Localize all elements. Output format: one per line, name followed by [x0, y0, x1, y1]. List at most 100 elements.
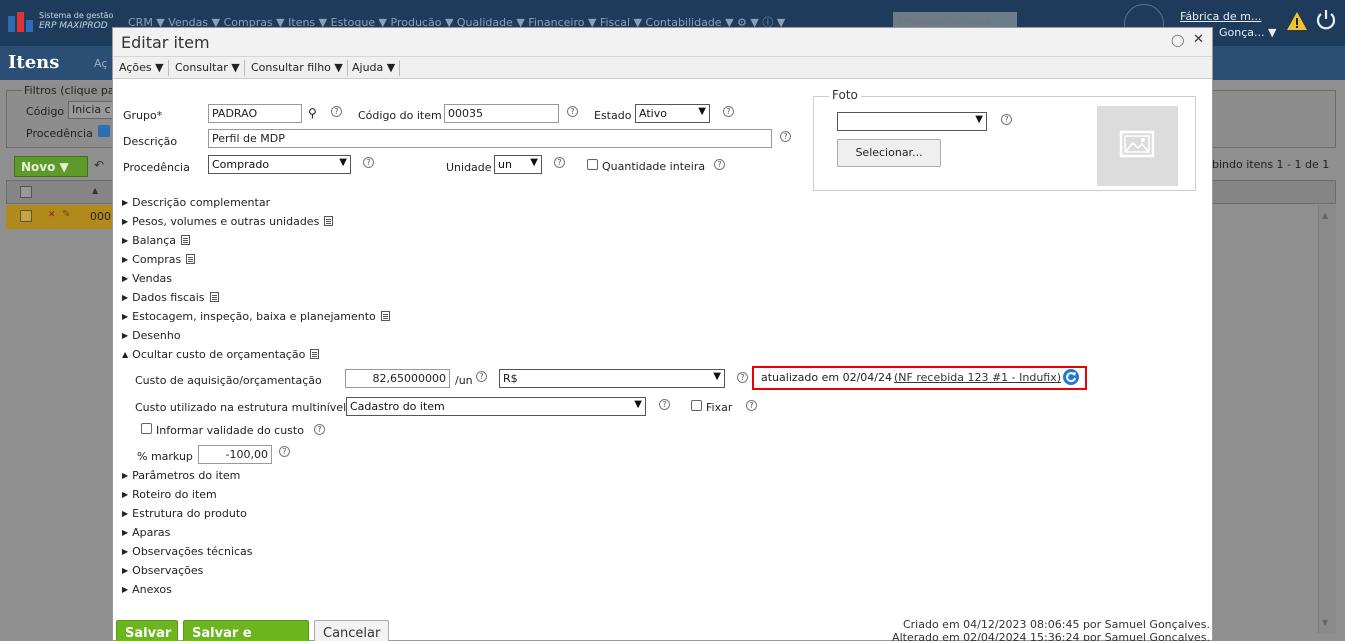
new-item-button[interactable]: Novo ▼: [14, 156, 88, 177]
brand-subtitle: Sistema de gestão: [39, 11, 114, 20]
section-toggle[interactable]: ▶ Parâmetros do item: [122, 469, 240, 482]
page-actions-menu[interactable]: Aç: [94, 57, 107, 70]
section-toggle[interactable]: ▶ Dados fiscais: [122, 291, 219, 304]
section-toggle[interactable]: ▶ Aparas: [122, 526, 170, 539]
help-icon[interactable]: ?: [723, 106, 734, 117]
photo-select[interactable]: ▼: [837, 112, 987, 131]
company-link[interactable]: Fábrica de m...: [1180, 10, 1261, 23]
section-toggle[interactable]: ▶ Observações: [122, 564, 203, 577]
edit-icon[interactable]: ✎: [62, 209, 70, 220]
markup-input[interactable]: -100,00: [198, 445, 272, 464]
select-photo-button[interactable]: Selecionar...: [837, 139, 941, 167]
scroll-up-icon[interactable]: ▲: [1322, 211, 1328, 220]
chat-icon[interactable]: ◯: [1171, 33, 1184, 47]
fix-checkbox[interactable]: [691, 400, 702, 411]
delete-icon[interactable]: ✕: [48, 210, 56, 220]
description-input[interactable]: Perfil de MDP: [208, 129, 772, 148]
section-toggle[interactable]: ▶ Observações técnicas: [122, 545, 253, 558]
section-toggle[interactable]: ▶ Compras: [122, 253, 196, 266]
section-toggle[interactable]: ▶ Descrição complementar: [122, 196, 270, 209]
document-icon: [324, 216, 334, 226]
group-input[interactable]: PADRAO: [208, 104, 302, 123]
items-count: bindo itens 1 - 1 de 1: [1212, 158, 1330, 171]
help-icon[interactable]: ?: [554, 157, 565, 168]
dialog-header: Editar item ◯ ✕: [113, 28, 1212, 57]
close-icon[interactable]: ✕: [1193, 32, 1204, 47]
sort-asc-icon[interactable]: ▲: [92, 186, 98, 195]
help-icon[interactable]: ?: [567, 106, 578, 117]
per-unit-label: /un: [455, 374, 473, 387]
filter-origin-checkbox[interactable]: [98, 125, 110, 137]
undo-icon[interactable]: ↶: [94, 158, 104, 172]
scroll-down-icon[interactable]: ▼: [1322, 618, 1328, 627]
grid-scrollbar[interactable]: [1318, 205, 1336, 633]
expand-arrow-icon: ▶: [122, 585, 129, 594]
cost-validity-label: Informar validade do custo: [156, 424, 304, 437]
section-toggle[interactable]: ▶ Estrutura do produto: [122, 507, 247, 520]
section-toggle[interactable]: ▶ Estocagem, inspeção, baixa e planejamen…: [122, 310, 390, 323]
section-label: Observações técnicas: [132, 545, 253, 558]
save-button[interactable]: Salvar: [116, 620, 178, 641]
currency-select[interactable]: R$ ▼: [499, 369, 725, 388]
help-icon[interactable]: ?: [1001, 114, 1012, 125]
brand-name: ERP MAXIPROD: [39, 21, 108, 31]
page-title: Itens: [8, 52, 60, 73]
menu-consult[interactable]: Consultar ▼: [171, 60, 245, 76]
refresh-icon[interactable]: [1063, 369, 1079, 385]
unit-label: Unidade: [446, 161, 492, 174]
expand-arrow-icon: ▶: [122, 471, 129, 480]
expand-arrow-icon: ▶: [122, 198, 129, 207]
help-icon[interactable]: ?: [279, 446, 290, 457]
cost-section-toggle[interactable]: ▲ Ocultar custo de orçamentação: [122, 348, 320, 361]
image-icon: [1119, 130, 1155, 158]
integer-quantity-checkbox[interactable]: [587, 159, 598, 170]
section-toggle[interactable]: ▶ Vendas: [122, 272, 172, 285]
user-menu[interactable]: Gonça... ▼: [1219, 26, 1276, 39]
section-toggle[interactable]: ▶ Desenho: [122, 329, 181, 342]
section-label: Aparas: [132, 526, 171, 539]
menu-consult-child[interactable]: Consultar filho ▼: [247, 60, 348, 76]
acquisition-cost-input[interactable]: 82,65000000: [345, 369, 450, 388]
cancel-button[interactable]: Cancelar: [314, 620, 389, 641]
origin-select[interactable]: Comprado ▼: [208, 155, 351, 174]
menu-actions[interactable]: Ações ▼: [115, 60, 169, 76]
description-label: Descrição: [123, 135, 178, 148]
unit-select[interactable]: un ▼: [494, 155, 542, 174]
origin-label: Procedência: [123, 161, 190, 174]
menu-help[interactable]: Ajuda ▼: [348, 60, 401, 76]
photo-placeholder[interactable]: [1097, 106, 1178, 186]
help-icon[interactable]: ?: [331, 106, 342, 117]
multilevel-cost-label: Custo utilizado na estrutura multinível: [135, 401, 347, 414]
row-checkbox[interactable]: [20, 210, 32, 222]
power-icon[interactable]: [1314, 8, 1338, 32]
search-icon[interactable]: ⚲: [308, 106, 317, 120]
help-icon[interactable]: ?: [737, 372, 748, 383]
section-toggle[interactable]: ▶ Roteiro do item: [122, 488, 217, 501]
item-code-input[interactable]: 00035: [444, 104, 559, 123]
document-icon: [209, 292, 219, 302]
section-toggle[interactable]: ▶ Pesos, volumes e outras unidades: [122, 215, 334, 228]
select-all-checkbox[interactable]: [20, 186, 32, 198]
state-label: Estado: [594, 109, 632, 122]
erp-logo[interactable]: [8, 12, 34, 32]
help-icon[interactable]: ?: [780, 131, 791, 142]
save-and-close-button[interactable]: Salvar e fechar: [183, 620, 309, 641]
help-icon[interactable]: ?: [363, 157, 374, 168]
state-select[interactable]: Ativo ▼: [635, 104, 710, 123]
multilevel-cost-select[interactable]: Cadastro do item ▼: [346, 397, 646, 416]
section-label: Balança: [132, 234, 177, 247]
help-icon[interactable]: ?: [476, 371, 487, 382]
markup-label: % markup: [137, 450, 193, 463]
help-icon[interactable]: ?: [659, 399, 670, 410]
section-toggle[interactable]: ▶ Anexos: [122, 583, 172, 596]
section-toggle[interactable]: ▶ Balança: [122, 234, 191, 247]
cost-validity-checkbox[interactable]: [141, 423, 152, 434]
invoice-link[interactable]: (NF recebida 123 #1 - Indufix): [894, 371, 1061, 384]
filter-code-input[interactable]: Inicia c: [68, 101, 114, 119]
help-icon[interactable]: ?: [714, 159, 725, 170]
section-label: Pesos, volumes e outras unidades: [132, 215, 320, 228]
warning-icon[interactable]: [1286, 10, 1308, 32]
help-icon[interactable]: ?: [314, 424, 325, 435]
help-icon[interactable]: ?: [746, 400, 757, 411]
expand-arrow-icon: ▶: [122, 312, 129, 321]
